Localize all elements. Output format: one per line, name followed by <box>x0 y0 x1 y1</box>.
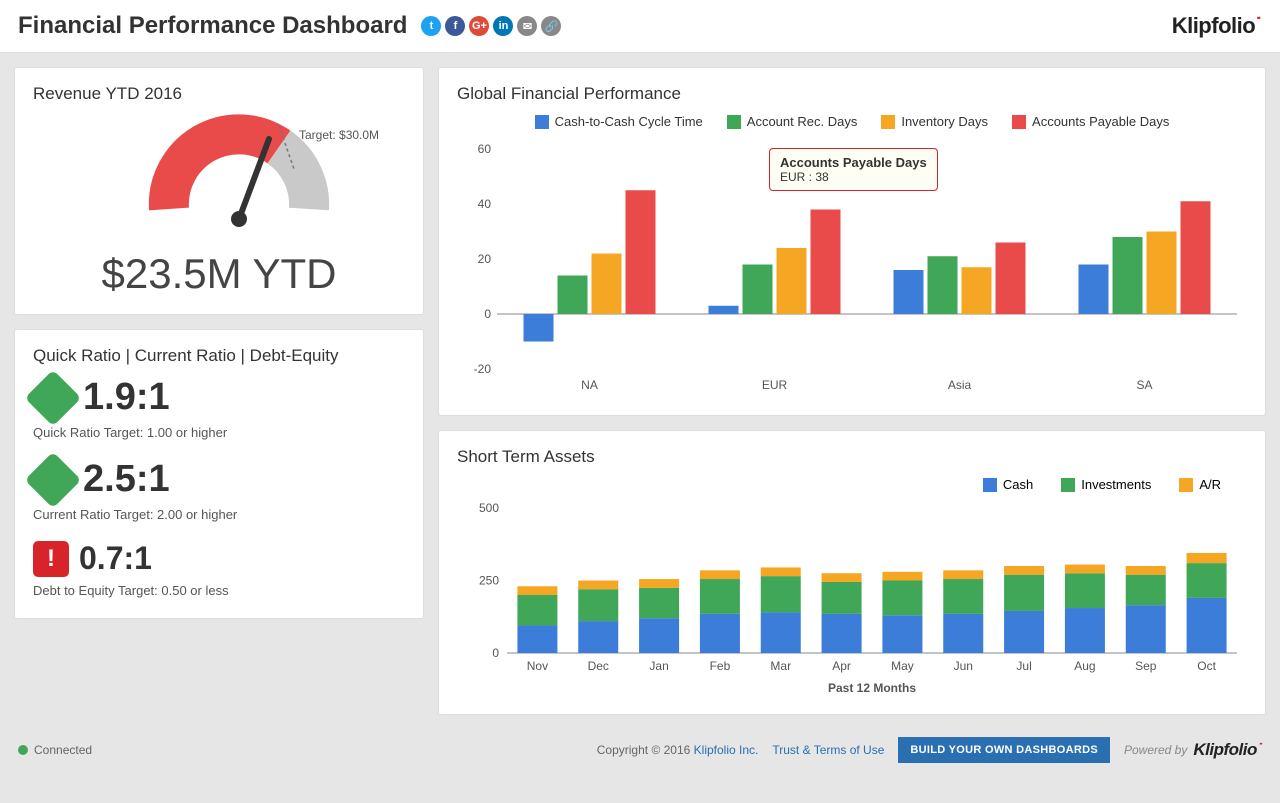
quick-ratio-target: Quick Ratio Target: 1.00 or higher <box>33 425 405 440</box>
svg-text:Mar: Mar <box>770 659 791 673</box>
gauge-target-label: Target: $30.0M <box>299 128 379 142</box>
legend-ap-days: Accounts Payable Days <box>1032 114 1169 129</box>
alert-icon: ! <box>33 541 69 577</box>
legend-cash-cycle: Cash-to-Cash Cycle Time <box>555 114 703 129</box>
global-performance-card: Global Financial Performance Cash-to-Cas… <box>438 67 1266 416</box>
footer-logo[interactable]: Klipfolio˙ <box>1193 740 1262 760</box>
svg-text:40: 40 <box>478 197 492 211</box>
debt-equity-value: 0.7:1 <box>79 540 152 577</box>
svg-text:Sep: Sep <box>1135 659 1157 673</box>
revenue-gauge: 0 Target: $30.0M <box>59 114 379 244</box>
svg-text:Apr: Apr <box>832 659 851 673</box>
link-icon[interactable]: 🔗 <box>541 16 561 36</box>
ratios-card: Quick Ratio | Current Ratio | Debt-Equit… <box>14 329 424 619</box>
svg-text:0: 0 <box>484 307 491 321</box>
svg-text:0: 0 <box>492 646 499 660</box>
linkedin-icon[interactable]: in <box>493 16 513 36</box>
debt-equity-target: Debt to Equity Target: 0.50 or less <box>33 583 405 598</box>
page-title: Financial Performance Dashboard <box>18 12 407 40</box>
short-term-assets-card: Short Term Assets Cash Investments A/R 0… <box>438 430 1266 715</box>
email-icon[interactable]: ✉ <box>517 16 537 36</box>
connected-dot-icon <box>18 745 28 755</box>
current-ratio-value: 2.5:1 <box>83 458 170 501</box>
diamond-ok-icon <box>25 451 82 508</box>
svg-text:Jun: Jun <box>954 659 973 673</box>
footer: Connected Copyright © 2016 Klipfolio Inc… <box>0 729 1280 777</box>
legend-inventory-days: Inventory Days <box>901 114 988 129</box>
social-share-row: t f G+ in ✉ 🔗 <box>421 16 561 36</box>
svg-text:Nov: Nov <box>527 659 548 673</box>
quick-ratio-value: 1.9:1 <box>83 376 170 419</box>
company-link[interactable]: Klipfolio Inc. <box>694 743 759 757</box>
connected-label: Connected <box>34 743 92 757</box>
powered-by-label: Powered by <box>1124 743 1187 757</box>
current-ratio-block: 2.5:1 Current Ratio Target: 2.00 or high… <box>33 458 405 522</box>
tooltip-body: EUR : 38 <box>780 170 927 184</box>
stacked-chart-svg: 0 250 500 Nov Dec Jan Feb Mar Apr May Jun Jul Aug Sep… <box>457 498 1247 698</box>
svg-text:Jan: Jan <box>649 659 668 673</box>
diamond-ok-icon <box>25 369 82 426</box>
svg-text:Asia: Asia <box>948 378 972 392</box>
build-dashboards-button[interactable]: BUILD YOUR OWN DASHBOARDS <box>898 737 1110 763</box>
ratios-card-title: Quick Ratio | Current Ratio | Debt-Equit… <box>33 346 405 366</box>
svg-text:-20: -20 <box>474 362 492 376</box>
chart-tooltip: Accounts Payable Days EUR : 38 <box>769 148 938 191</box>
legend-ar-days: Account Rec. Days <box>747 114 858 129</box>
svg-text:20: 20 <box>478 252 492 266</box>
svg-text:Feb: Feb <box>710 659 731 673</box>
terms-link[interactable]: Trust & Terms of Use <box>772 743 884 757</box>
svg-text:Jul: Jul <box>1016 659 1031 673</box>
global-chart-title: Global Financial Performance <box>457 84 1247 104</box>
svg-text:Dec: Dec <box>588 659 609 673</box>
facebook-icon[interactable]: f <box>445 16 465 36</box>
svg-text:Oct: Oct <box>1197 659 1216 673</box>
revenue-value: $23.5M YTD <box>33 250 405 298</box>
legend-investments: Investments <box>1081 477 1151 492</box>
svg-text:500: 500 <box>479 501 499 515</box>
svg-text:Aug: Aug <box>1074 659 1095 673</box>
global-chart-legend: Cash-to-Cash Cycle Time Account Rec. Day… <box>457 114 1247 129</box>
google-plus-icon[interactable]: G+ <box>469 16 489 36</box>
legend-ar: A/R <box>1199 477 1221 492</box>
svg-text:60: 60 <box>478 142 492 156</box>
copyright-text: Copyright © 2016 <box>597 743 691 757</box>
current-ratio-target: Current Ratio Target: 2.00 or higher <box>33 507 405 522</box>
legend-cash: Cash <box>1003 477 1033 492</box>
svg-text:250: 250 <box>479 574 499 588</box>
svg-text:NA: NA <box>581 378 598 392</box>
svg-text:Past 12 Months: Past 12 Months <box>828 681 916 695</box>
revenue-ytd-card: Revenue YTD 2016 0 Target: $30.0M $23.5M… <box>14 67 424 315</box>
twitter-icon[interactable]: t <box>421 16 441 36</box>
revenue-card-title: Revenue YTD 2016 <box>33 84 405 104</box>
svg-text:May: May <box>891 659 914 673</box>
quick-ratio-block: 1.9:1 Quick Ratio Target: 1.00 or higher <box>33 376 405 440</box>
short-term-legend: Cash Investments A/R <box>457 477 1221 492</box>
tooltip-title: Accounts Payable Days <box>780 155 927 170</box>
logo[interactable]: Klipfolio˙ <box>1172 13 1262 39</box>
svg-text:SA: SA <box>1136 378 1152 392</box>
header: Financial Performance Dashboard t f G+ i… <box>0 0 1280 53</box>
svg-text:EUR: EUR <box>762 378 788 392</box>
short-term-title: Short Term Assets <box>457 447 1247 467</box>
debt-equity-block: ! 0.7:1 Debt to Equity Target: 0.50 or l… <box>33 540 405 598</box>
